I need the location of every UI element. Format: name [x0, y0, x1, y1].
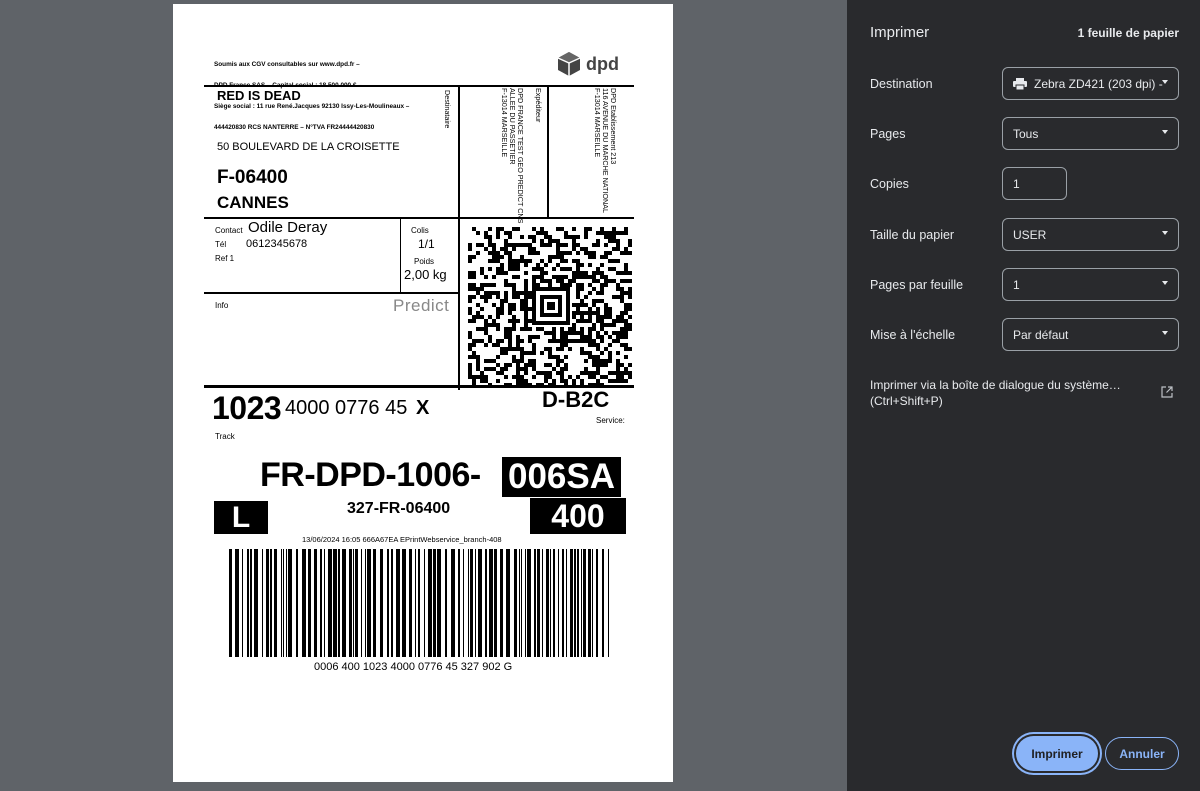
route-box: 006SA — [502, 457, 621, 497]
legal-line: Soumis aux CGV consultables sur www.dpd.… — [214, 61, 360, 68]
pages-per-sheet-label: Pages par feuille — [870, 278, 964, 292]
scale-value: Par défaut — [1013, 327, 1069, 342]
recipient-name: RED IS DEAD — [217, 88, 301, 103]
tracking-number-rest: 4000 0776 45 — [285, 397, 408, 419]
paper-size-label: Taille du papier — [870, 228, 955, 242]
logo-text: dpd — [586, 53, 619, 74]
tracking-number-prefix: 1023 — [212, 390, 282, 426]
open-external-icon[interactable] — [1161, 386, 1173, 398]
legal-line: 444420830 RCS NANTERRE – N°TVA FR2444442… — [214, 124, 375, 131]
destination-select[interactable]: Zebra ZD421 (203 dpi) - — [1002, 67, 1179, 100]
sender-address: DPD FRANCE TEST GEO PREDICT CNS ALLEE DU… — [500, 88, 525, 224]
copies-label: Copies — [870, 177, 909, 191]
barcode — [229, 549, 609, 657]
print-settings-panel: Imprimer 1 feuille de papier Destination… — [847, 0, 1200, 791]
predict-text: Predict — [393, 296, 450, 315]
shipping-label: Soumis aux CGV consultables sur www.dpd.… — [204, 44, 634, 684]
divider — [400, 217, 401, 293]
depot-address: DPD Etablissement 213 116 AVENUE DU MARC… — [593, 88, 618, 214]
sheet-count: 1 feuille de papier — [1077, 26, 1179, 40]
service-code: D-B2C — [542, 387, 610, 412]
system-dialog-link[interactable]: Imprimer via la boîte de dialogue du sys… — [870, 377, 1140, 409]
cancel-button[interactable]: Annuler — [1105, 737, 1179, 770]
route-code: FR-DPD-1006- — [260, 456, 481, 494]
tel-value: 0612345678 — [246, 238, 308, 250]
chevron-down-icon — [1162, 231, 1168, 235]
copies-value: 1 — [1013, 176, 1020, 191]
pages-label: Pages — [870, 127, 906, 141]
barcode-text: 0006 400 1023 4000 0776 45 327 902 G — [314, 661, 513, 673]
info-label: Info — [215, 301, 229, 310]
route-l-box: L — [214, 501, 268, 534]
sender-vertical-label: Expéditeur — [534, 88, 543, 123]
pages-value: Tous — [1013, 126, 1039, 141]
recipient-vertical-label: Destinataire — [443, 90, 452, 129]
divider — [547, 85, 549, 219]
system-dialog-shortcut: (Ctrl+Shift+P) — [870, 394, 943, 408]
datamatrix-code — [468, 227, 632, 387]
pages-per-sheet-value: 1 — [1013, 277, 1020, 292]
copies-input[interactable]: 1 — [1002, 167, 1067, 200]
chevron-down-icon — [1162, 80, 1168, 84]
divider — [458, 85, 460, 390]
colis-label: Colis — [411, 226, 429, 235]
destination-label: Destination — [870, 77, 933, 91]
panel-title: Imprimer — [870, 24, 930, 41]
recipient-zip: F-06400 — [217, 167, 288, 188]
poids-label: Poids — [414, 257, 435, 266]
paper-size-select[interactable]: USER — [1002, 218, 1179, 251]
recipient-address: 50 BOULEVARD DE LA CROISETTE — [217, 141, 400, 153]
print-preview-area: Soumis aux CGV consultables sur www.dpd.… — [0, 0, 847, 791]
chevron-down-icon — [1162, 331, 1168, 335]
paper-size-value: USER — [1013, 227, 1047, 242]
ref-label: Ref 1 — [215, 254, 235, 263]
pages-per-sheet-select[interactable]: 1 — [1002, 268, 1179, 301]
dpd-cube-icon — [557, 52, 581, 76]
recipient-city: CANNES — [217, 193, 289, 212]
chevron-down-icon — [1162, 281, 1168, 285]
print-button[interactable]: Imprimer — [1016, 736, 1098, 771]
tel-label: Tél — [215, 240, 227, 249]
preview-page: Soumis aux CGV consultables sur www.dpd.… — [173, 4, 673, 782]
legal-line: Siège social : 11 rue René.Jacques 92130… — [214, 103, 410, 110]
contact-value: Odile Deray — [248, 219, 328, 236]
route-400-box: 400 — [530, 498, 626, 534]
route-sub: 327-FR-06400 — [347, 500, 451, 517]
contact-label: Contact — [215, 226, 243, 235]
poids-value: 2,00 kg — [404, 267, 447, 282]
service-label: Service: — [596, 416, 625, 425]
scale-select[interactable]: Par défaut — [1002, 318, 1179, 351]
track-label: Track — [215, 432, 235, 441]
chevron-down-icon — [1162, 130, 1168, 134]
divider — [204, 85, 634, 87]
dpd-logo: dpd — [556, 51, 619, 77]
colis-value: 1/1 — [418, 237, 435, 251]
divider — [204, 292, 458, 294]
system-dialog-text: Imprimer via la boîte de dialogue du sys… — [870, 378, 1121, 392]
scale-label: Mise à l'échelle — [870, 328, 956, 342]
tracking-check-char: X — [416, 397, 430, 419]
pages-select[interactable]: Tous — [1002, 117, 1179, 150]
print-stamp: 13/06/2024 16:05 666A67EA EPrintWebservi… — [302, 535, 502, 544]
printer-icon — [1013, 77, 1027, 90]
destination-value: Zebra ZD421 (203 dpi) - — [1034, 76, 1163, 91]
